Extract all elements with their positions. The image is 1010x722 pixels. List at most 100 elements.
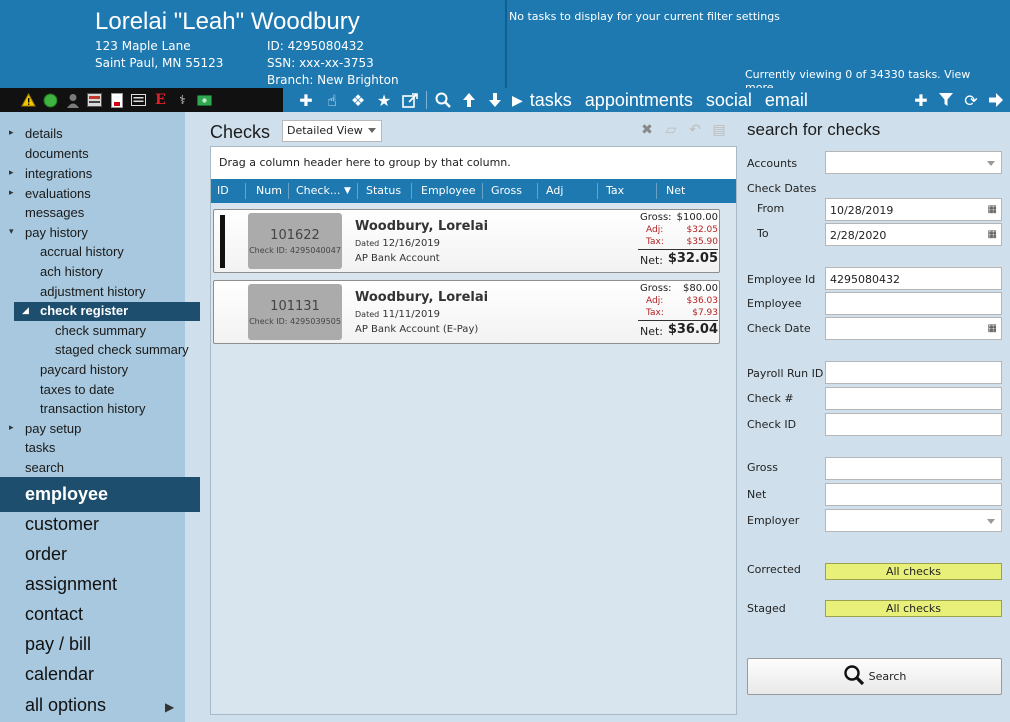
- collapse-arrow-icon[interactable]: ▾: [9, 227, 14, 237]
- section-customer[interactable]: customer: [25, 514, 99, 535]
- expand-arrow-icon[interactable]: ▸: [9, 423, 14, 433]
- section-calendar[interactable]: calendar: [25, 664, 94, 685]
- nav-adjustment-history[interactable]: adjustment history: [40, 284, 146, 299]
- to-date-field[interactable]: 2/28/2020 ▦: [825, 223, 1002, 246]
- calendar-icon[interactable]: ▦: [988, 229, 997, 240]
- document-icon[interactable]: [108, 92, 125, 109]
- section-all-options[interactable]: all options: [25, 695, 106, 716]
- column-header-status[interactable]: Status: [366, 179, 401, 203]
- add-icon[interactable]: ✚: [296, 89, 316, 111]
- column-header-tax[interactable]: Tax: [606, 179, 624, 203]
- expand-arrow-icon[interactable]: ▸: [9, 188, 14, 198]
- column-header-employee[interactable]: Employee: [421, 179, 475, 203]
- column-header-id[interactable]: ID: [217, 179, 229, 203]
- check-amounts: Gross: $100.00 Adj: $32.05 Tax: $35.90 Net:…: [638, 212, 718, 267]
- favorite-icon[interactable]: ★: [374, 89, 394, 111]
- nav-check-register[interactable]: check register: [40, 303, 128, 318]
- nav-search[interactable]: search: [25, 460, 64, 475]
- column-separator: [537, 183, 538, 199]
- column-header-num[interactable]: Num: [256, 179, 282, 203]
- corrected-toggle[interactable]: All checks: [825, 563, 1002, 580]
- nav-transaction-history[interactable]: transaction history: [40, 401, 146, 416]
- section-assignment[interactable]: assignment: [25, 574, 117, 595]
- net-field[interactable]: [825, 483, 1002, 506]
- close-icon[interactable]: ✖: [640, 122, 654, 138]
- nav-accrual-history[interactable]: accrual history: [40, 244, 124, 259]
- expand-arrow-icon[interactable]: ▸: [9, 128, 14, 138]
- nav-evaluations[interactable]: evaluations: [25, 186, 91, 201]
- new-record-icon[interactable]: ❖: [348, 89, 368, 111]
- status-green-icon[interactable]: [42, 92, 59, 109]
- check-id-field[interactable]: [825, 413, 1002, 436]
- check-employee-name: Woodbury, Lorelai: [355, 219, 489, 234]
- payroll-run-field[interactable]: [825, 361, 1002, 384]
- tax-icon[interactable]: ⚕: [174, 92, 191, 109]
- e-verify-icon[interactable]: E: [152, 92, 169, 109]
- search-button[interactable]: Search: [747, 658, 1002, 695]
- nav-pay-setup[interactable]: pay setup: [25, 421, 81, 436]
- column-header-net[interactable]: Net: [666, 179, 685, 203]
- export-icon[interactable]: [400, 89, 420, 111]
- employee-field[interactable]: [825, 292, 1002, 315]
- nav-messages[interactable]: messages: [25, 205, 84, 220]
- nav-ach-history[interactable]: ach history: [40, 264, 103, 279]
- from-date-field[interactable]: 10/28/2019 ▦: [825, 198, 1002, 221]
- calendar-icon[interactable]: ▦: [988, 323, 997, 334]
- refresh-icon[interactable]: ⟳: [962, 89, 980, 111]
- employee-id-field[interactable]: 4295080432: [825, 267, 1002, 290]
- nav-details[interactable]: details: [25, 126, 63, 141]
- check-date-field[interactable]: ▦: [825, 317, 1002, 340]
- accounts-select[interactable]: [825, 151, 1002, 174]
- nav-email[interactable]: email: [765, 90, 808, 111]
- filter-icon[interactable]: [937, 89, 955, 111]
- column-header-gross[interactable]: Gross: [491, 179, 522, 203]
- staged-toggle[interactable]: All checks: [825, 600, 1002, 617]
- search-icon[interactable]: [433, 89, 453, 111]
- forward-arrow-icon[interactable]: [987, 89, 1005, 111]
- calendar-icon[interactable]: ▦: [988, 204, 997, 215]
- expand-arrow-icon[interactable]: ▸: [9, 168, 14, 178]
- undo-icon[interactable]: ↶: [688, 122, 702, 138]
- group-by-bar[interactable]: Drag a column header here to group by th…: [211, 147, 736, 179]
- check-row[interactable]: 101622 Check ID: 4295040047 Woodbury, Lo…: [213, 209, 720, 273]
- section-contact[interactable]: contact: [25, 604, 83, 625]
- nav-social[interactable]: social: [706, 90, 752, 111]
- card-icon[interactable]: ▤: [712, 122, 726, 138]
- nav-tasks[interactable]: tasks: [530, 90, 572, 111]
- section-order[interactable]: order: [25, 544, 67, 565]
- chevron-down-icon: [368, 128, 376, 133]
- nav-paycard-history[interactable]: paycard history: [40, 362, 128, 377]
- up-arrow-icon[interactable]: [459, 89, 479, 111]
- person-icon[interactable]: [64, 92, 81, 109]
- nav-documents[interactable]: documents: [25, 146, 89, 161]
- expand-arrow-icon[interactable]: ▶: [165, 700, 174, 714]
- view-select[interactable]: Detailed View: [282, 120, 382, 142]
- nav-tasks[interactable]: tasks: [25, 440, 55, 455]
- column-header-check[interactable]: Check...: [296, 179, 340, 203]
- ssn-card-icon[interactable]: [86, 92, 103, 109]
- sort-desc-icon[interactable]: ▼: [344, 179, 351, 203]
- nav-pay-history[interactable]: pay history: [25, 225, 88, 240]
- down-arrow-icon[interactable]: [485, 89, 505, 111]
- gross-field[interactable]: [825, 457, 1002, 480]
- nav-integrations[interactable]: integrations: [25, 166, 92, 181]
- column-header-adj[interactable]: Adj: [546, 179, 563, 203]
- warning-icon[interactable]: [20, 92, 37, 109]
- view-select-value: Detailed View: [287, 124, 363, 137]
- money-icon[interactable]: [196, 92, 213, 109]
- nav-taxes-to-date[interactable]: taxes to date: [40, 382, 114, 397]
- employer-select[interactable]: [825, 509, 1002, 532]
- pointer-icon[interactable]: ☝: [322, 89, 342, 111]
- nav-staged-check-summary[interactable]: staged check summary: [55, 342, 189, 357]
- check-row[interactable]: 101131 Check ID: 4295039505 Woodbury, Lo…: [213, 280, 720, 344]
- check-num-field[interactable]: [825, 387, 1002, 410]
- nav-check-summary[interactable]: check summary: [55, 323, 146, 338]
- tax-label: Tax:: [646, 237, 664, 247]
- section-pay-bill[interactable]: pay / bill: [25, 634, 91, 655]
- add-icon[interactable]: ✚: [912, 89, 930, 111]
- nav-appointments[interactable]: appointments: [585, 90, 693, 111]
- collapse-arrow-icon[interactable]: ◢: [22, 306, 29, 316]
- id-card-icon[interactable]: [130, 92, 147, 109]
- eraser-icon[interactable]: ▱: [664, 122, 678, 138]
- section-employee[interactable]: employee: [25, 484, 108, 505]
